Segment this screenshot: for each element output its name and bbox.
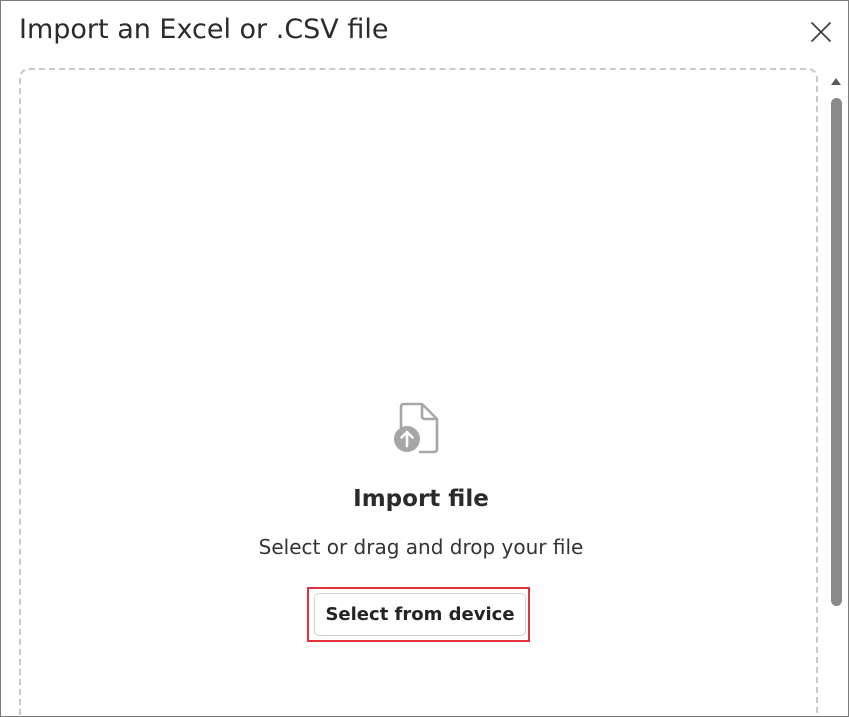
scrollbar-thumb[interactable]: [831, 98, 842, 606]
select-from-device-button[interactable]: Select from device: [314, 593, 526, 636]
close-icon: [811, 22, 831, 42]
scroll-up-arrow-icon[interactable]: [829, 74, 843, 88]
file-upload-icon: [394, 402, 439, 454]
dialog-title: Import an Excel or .CSV file: [19, 14, 389, 45]
import-file-heading: Import file: [353, 486, 489, 512]
close-button[interactable]: [804, 15, 838, 49]
import-dialog: Import an Excel or .CSV file Import file…: [0, 0, 849, 717]
drop-instructions: Select or drag and drop your file: [258, 535, 584, 559]
